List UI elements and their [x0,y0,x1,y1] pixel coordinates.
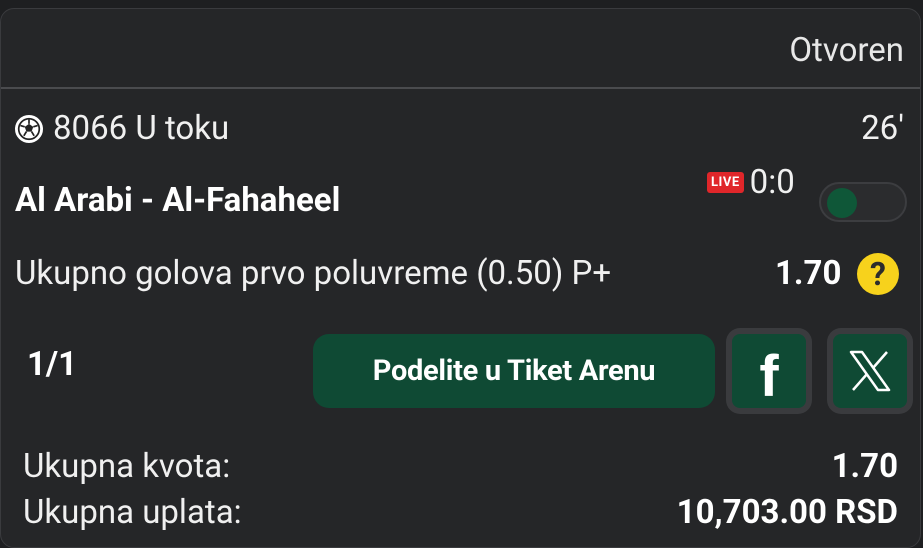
soccer-ball-icon [15,114,43,143]
match-code-line: 8066 U toku [15,109,229,148]
match-toggle[interactable] [819,182,907,222]
match-minute: 26' [861,109,904,148]
match-code-status: 8066 U toku [53,109,230,148]
toggle-knob [827,188,857,218]
facebook-icon: f [732,334,806,409]
score: 0:0 [749,163,795,202]
ticket-count: 1/1 [27,345,78,384]
total-stake-label: Ukupna uplata: [23,493,242,532]
match-teams: Al Arabi - Al-Fahaheel [15,181,341,220]
facebook-letter: f [759,343,779,409]
help-icon[interactable]: ? [857,253,899,295]
x-share-button[interactable] [827,328,913,414]
facebook-share-button[interactable]: f [726,328,812,414]
bet-odd: 1.70 [775,254,842,293]
x-logo-icon [833,334,907,408]
divider [1,87,920,89]
share-tiket-arena-button[interactable]: Podelite u Tiket Arenu [313,334,715,408]
bet-market: Ukupno golova prvo poluvreme (0.50) P+ [15,254,612,293]
ticket-status: Otvoren [789,31,904,70]
ticket-card: Otvoren 8066 U toku 26' Al Arabi - Al-Fa… [0,8,921,548]
total-odds-value: 1.70 [831,447,898,486]
total-odds-label: Ukupna kvota: [23,447,231,486]
total-stake-value: 10,703.00 RSD [676,493,898,532]
live-badge: LIVE [707,172,744,193]
live-score: LIVE 0:0 [707,163,795,202]
